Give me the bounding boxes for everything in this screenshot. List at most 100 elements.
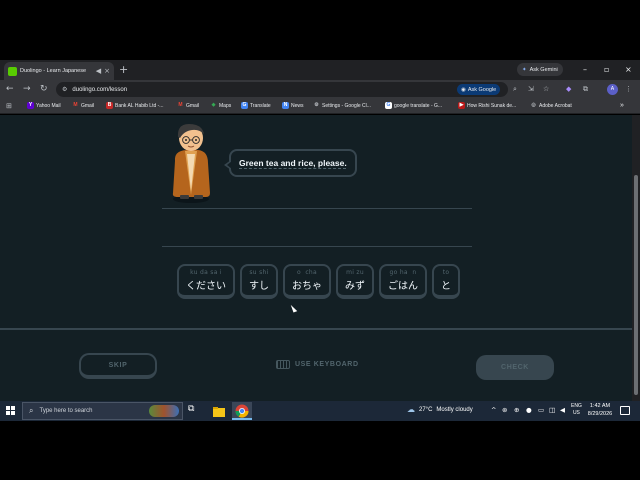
taskbar-clock[interactable]: 1:42 AM 8/29/2026 (586, 403, 614, 418)
ask-google-label: Ask Google (467, 86, 497, 93)
apps-grid-icon[interactable]: ⊞ (6, 102, 12, 110)
bookmark-item[interactable]: ◆ Maps (210, 102, 232, 109)
windows-start-icon[interactable] (6, 406, 15, 415)
tile-kana: ください (186, 281, 226, 292)
word-tile[interactable]: to と (432, 264, 460, 299)
word-tile[interactable]: go ha n ごはん (379, 264, 427, 299)
tile-romaji: ku da sa i (190, 269, 222, 276)
maps-icon: ◆ (211, 102, 216, 108)
close-window-button[interactable]: × (625, 63, 632, 76)
microphone-icon[interactable]: ● (526, 405, 532, 416)
bookmark-label: Gmail (186, 102, 200, 109)
windows-taskbar: ⌕ Type here to search ⧉ ☁ 27°C Mostly cl… (0, 401, 640, 421)
screen: Duolingo - Learn Japanese ◀︎ × + ✦ Ask G… (0, 0, 640, 480)
install-app-icon[interactable]: ⇲ (528, 84, 534, 95)
bookmarks-overflow-icon[interactable]: » (620, 102, 624, 109)
word-tile[interactable]: ku da sa i ください (177, 264, 235, 299)
clock-time: 1:42 AM (589, 403, 611, 409)
minimize-window-button[interactable]: – (583, 63, 587, 76)
forward-arrow-icon[interactable]: → (23, 83, 31, 96)
close-tab-icon[interactable]: × (104, 67, 110, 75)
language-indicator[interactable]: ENG US (571, 403, 582, 417)
acrobat-icon: ◎ (531, 102, 536, 108)
bookmark-label: google translate - G... (394, 102, 443, 109)
task-view-icon[interactable]: ⧉ (188, 404, 202, 418)
bookmark-item[interactable]: M Gmail (177, 102, 199, 109)
check-button[interactable]: CHECK (476, 355, 554, 380)
yahoo-icon: Y (27, 102, 34, 109)
tab-title: Duolingo - Learn Japanese (20, 68, 87, 74)
tray-overflow-icon[interactable]: ^ (491, 405, 496, 416)
ask-gemini-button[interactable]: ✦ Ask Gemini (517, 63, 563, 76)
skip-button[interactable]: SKIP (79, 353, 157, 379)
battery-icon[interactable]: ▭ (538, 405, 544, 416)
bookmark-item[interactable]: N News (282, 102, 304, 109)
settings-gear-icon: ⚙ (314, 102, 319, 108)
weather-widget[interactable]: ☁ 27°C Mostly cloudy (407, 405, 473, 414)
new-tab-button[interactable]: + (119, 64, 128, 75)
footer-divider (0, 328, 632, 330)
tile-romaji: mi zu (346, 269, 364, 276)
extensions-puzzle-icon[interactable]: ⧉ (583, 84, 588, 95)
bookmark-label: Bank AL Habib Ltd -... (115, 102, 164, 109)
bookmark-item[interactable]: ◎ Adobe Acrobat (530, 102, 572, 109)
language-code: ENG (571, 403, 582, 409)
gmail-icon: M (178, 102, 183, 108)
notification-center-icon[interactable] (620, 406, 630, 415)
bookmark-label: Yahoo Mail (36, 102, 61, 109)
word-tile[interactable]: mi zu みず (336, 264, 374, 299)
ask-google-button[interactable]: ◉ Ask Google (457, 84, 501, 95)
tile-romaji: su shi (249, 269, 269, 276)
bookmark-label: Translate (250, 102, 271, 109)
language-region: US (572, 410, 580, 416)
taskbar-search-box[interactable]: ⌕ Type here to search (22, 402, 183, 420)
bookmark-item[interactable]: Y Yahoo Mail (27, 102, 61, 109)
bookmark-item[interactable]: G Translate (241, 102, 271, 109)
profile-avatar[interactable]: A (607, 84, 618, 95)
gmail-icon: M (73, 102, 78, 108)
network-icon[interactable]: ◫ (549, 405, 555, 416)
word-tile[interactable]: o cha おちゃ (283, 264, 331, 299)
bookmark-item[interactable]: M Gmail (72, 102, 94, 109)
tile-kana: と (441, 281, 451, 292)
tile-kana: おちゃ (292, 281, 322, 292)
chrome-icon (235, 404, 249, 418)
scrollbar-thumb[interactable] (634, 175, 638, 395)
file-explorer-icon[interactable] (212, 404, 226, 418)
bookmark-item[interactable]: Ggoogle translate - G... (385, 102, 442, 109)
extension-icon[interactable]: ◆ (566, 84, 571, 95)
speech-bubble-text[interactable]: Green tea and rice, please. (239, 158, 347, 168)
use-keyboard-button[interactable]: USE KEYBOARD (276, 360, 359, 369)
word-bank: ku da sa i ください su shi すし o cha おちゃ mi z… (177, 264, 460, 299)
bookmark-label: Adobe Acrobat (539, 102, 572, 109)
site-info-icon[interactable]: ⚙ (62, 86, 67, 93)
weather-temp: 27°C (419, 406, 433, 413)
bookmark-item[interactable]: ⚙ Settings - Google Cl... (313, 102, 371, 109)
speaker-icon[interactable]: ◀︎ (96, 67, 101, 75)
reload-icon[interactable]: ↻ (40, 83, 48, 96)
page-scrollbar[interactable] (632, 115, 640, 401)
tile-kana: みず (345, 281, 365, 292)
tile-kana: すし (249, 281, 269, 292)
browser-tab-duolingo[interactable]: Duolingo - Learn Japanese ◀︎ × (4, 62, 114, 80)
address-bar[interactable]: ⚙ duolingo.com/lesson (56, 82, 508, 97)
bookmarks-bar: ⊞ Y Yahoo Mail M Gmail B Bank AL Habib Ltd … (0, 99, 640, 114)
bookmark-star-icon[interactable]: ☆ (543, 84, 549, 95)
chrome-taskbar-button[interactable] (232, 402, 252, 420)
volume-icon[interactable]: ◀ (560, 405, 565, 416)
tray-app-icon[interactable]: ⊕ (514, 405, 519, 416)
back-arrow-icon[interactable]: ← (6, 83, 14, 96)
bookmark-item[interactable]: B Bank AL Habib Ltd -... (106, 102, 163, 109)
bookmark-item[interactable]: ▶ How Rishi Sunak de... (458, 102, 516, 109)
tray-app-icon[interactable]: ⊛ (502, 405, 507, 416)
maximize-window-button[interactable]: ▫ (604, 63, 609, 76)
gemini-spark-icon: ✦ (522, 66, 527, 73)
tile-romaji: go ha n (389, 269, 417, 276)
menu-kebab-icon[interactable]: ⋮ (625, 84, 632, 95)
youtube-icon: ▶ (458, 102, 465, 109)
bookmark-label: News (291, 102, 304, 109)
zoom-icon[interactable]: ⌕ (513, 84, 517, 95)
bookmark-label: Settings - Google Cl... (322, 102, 371, 109)
mouse-pointer-icon (290, 303, 298, 313)
word-tile[interactable]: su shi すし (240, 264, 278, 299)
